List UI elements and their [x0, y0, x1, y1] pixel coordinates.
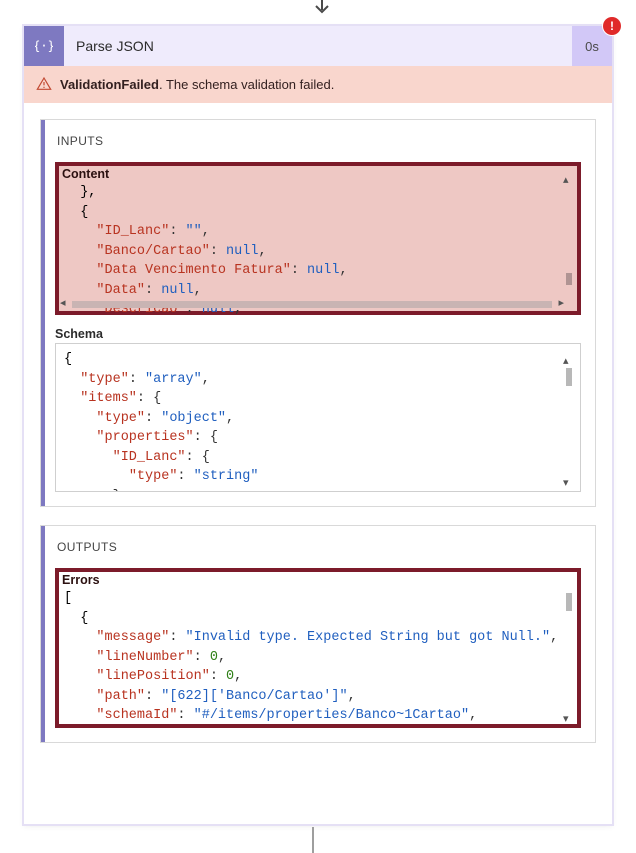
json-braces-icon: {·} [24, 26, 64, 66]
inputs-section: INPUTS Content }, { "ID_Lanc": "", "Banc… [40, 119, 596, 507]
schema-label: Schema [55, 327, 581, 341]
scrollbar-vertical[interactable]: ▴ [564, 187, 574, 304]
errors-label: Errors [62, 573, 100, 587]
schema-codebox[interactable]: { "type": "array", "items": { "type": "o… [55, 343, 581, 492]
scroll-right-icon[interactable]: ▸ [558, 296, 564, 309]
outputs-section-title: OUTPUTS [57, 540, 581, 554]
scrollbar-horizontal[interactable]: ◂ ▸ [62, 299, 562, 309]
scroll-down-icon[interactable]: ▾ [563, 476, 569, 489]
schema-code: { "type": "array", "items": { "type": "o… [56, 344, 580, 492]
content-code: }, { "ID_Lanc": "", "Banco/Cartao": null… [56, 163, 580, 315]
banner-text: ValidationFailed. The schema validation … [60, 77, 334, 92]
scroll-down-icon[interactable]: ▾ [563, 712, 569, 725]
flow-connector-out [312, 827, 314, 853]
card-header[interactable]: {·} Parse JSON 0s ! [24, 26, 612, 66]
scroll-track[interactable] [72, 301, 552, 308]
errors-code: [ { "message": "Invalid type. Expected S… [56, 569, 580, 728]
svg-text:{·}: {·} [35, 39, 53, 53]
scrollbar-vertical[interactable]: ▾ [564, 593, 574, 717]
scroll-thumb[interactable] [566, 593, 572, 611]
scroll-up-icon[interactable]: ▴ [563, 354, 569, 367]
errors-codebox[interactable]: Errors [ { "message": "Invalid type. Exp… [55, 568, 581, 728]
scroll-thumb[interactable] [566, 368, 572, 386]
warning-triangle-icon [36, 76, 52, 92]
inputs-section-title: INPUTS [57, 134, 581, 148]
scroll-thumb[interactable] [566, 273, 572, 285]
scrollbar-vertical[interactable]: ▴ ▾ [564, 368, 574, 481]
scroll-up-icon[interactable]: ▴ [563, 173, 569, 186]
action-card-parse-json: {·} Parse JSON 0s ! ValidationFailed. Th… [24, 26, 612, 824]
content-codebox[interactable]: Content }, { "ID_Lanc": "", "Banco/Carta… [55, 162, 581, 315]
scroll-left-icon[interactable]: ◂ [60, 296, 66, 309]
error-badge-icon: ! [603, 17, 621, 35]
flow-arrow-in [312, 0, 332, 24]
content-label: Content [62, 167, 109, 181]
outputs-section: OUTPUTS Errors [ { "message": "Invalid t… [40, 525, 596, 743]
validation-error-banner: ValidationFailed. The schema validation … [24, 66, 612, 103]
card-title: Parse JSON [64, 26, 572, 66]
